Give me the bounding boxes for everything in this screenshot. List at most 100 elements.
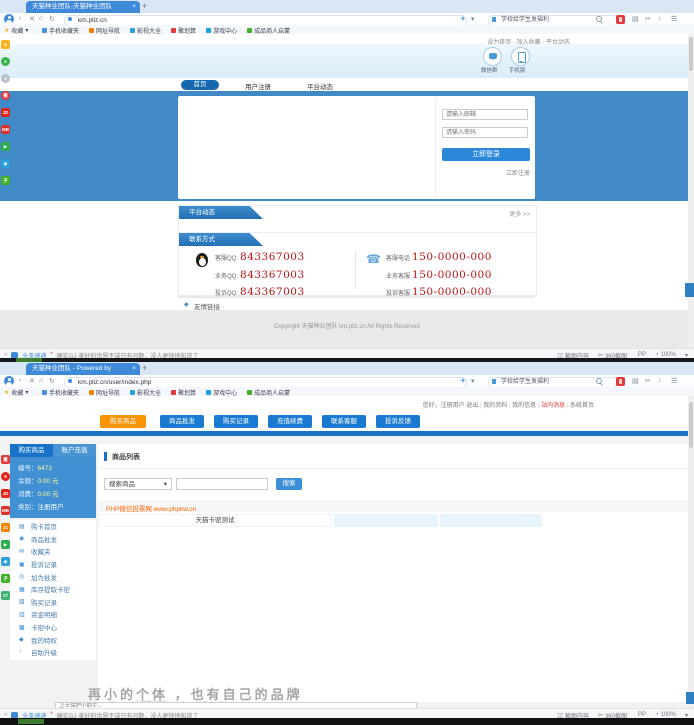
more-link[interactable]: 更多 >> <box>509 209 530 218</box>
ticker-label[interactable]: 头条速递 <box>22 711 46 719</box>
menu-icon[interactable]: ☰ <box>671 15 677 23</box>
wholesale-button[interactable]: 商品批发 <box>160 415 204 428</box>
register-link[interactable]: 立即注册 <box>506 168 530 177</box>
rail-icon-mb[interactable]: MB <box>1 506 10 515</box>
menu-item[interactable]: ▤购卡首页 <box>10 520 96 533</box>
search-category-select[interactable]: 搜索商品▾ <box>104 478 172 490</box>
refresh-icon[interactable]: ↻ <box>49 15 55 23</box>
goods-search-input[interactable] <box>176 478 268 490</box>
rail-icon-app2[interactable]: 子 <box>1 176 10 185</box>
side-float-widget[interactable] <box>686 692 694 704</box>
status-item[interactable]: ✂360截图 <box>598 711 627 719</box>
profile-avatar[interactable] <box>4 376 14 386</box>
stop-icon[interactable]: ✕ <box>29 15 35 23</box>
side-float-widget[interactable] <box>685 283 694 297</box>
rail-icon-deal[interactable]: 惠 <box>1 455 10 464</box>
wechat-group-button[interactable] <box>483 47 502 66</box>
status-item[interactable]: ◫截图内容 <box>557 351 589 359</box>
logout-link[interactable]: 退出 <box>466 403 478 409</box>
caret-down-icon[interactable]: ▾ <box>471 15 475 23</box>
back-icon[interactable]: ‹ <box>19 377 21 384</box>
redpacket-icon[interactable] <box>616 377 625 386</box>
stop-icon[interactable]: ✕ <box>29 377 35 385</box>
mobile-version-button[interactable] <box>511 47 530 66</box>
download-icon[interactable]: ↓ <box>658 377 662 384</box>
profile-avatar[interactable] <box>4 14 14 24</box>
browser-tab[interactable]: 天猫种业团队 - Powered by × <box>26 363 140 375</box>
password-field[interactable] <box>442 127 528 138</box>
search-icon[interactable] <box>596 378 602 384</box>
menu-item[interactable]: ▧购买记录 <box>10 596 96 609</box>
redpacket-icon[interactable] <box>616 15 625 24</box>
home-icon[interactable]: ⌂ <box>39 377 43 384</box>
menu-item[interactable]: ▥资金明细 <box>10 608 96 621</box>
screenshot-scissors-icon[interactable]: ✂ <box>645 377 651 385</box>
rail-icon-app[interactable]: ● <box>1 74 10 83</box>
new-tab-button[interactable]: + <box>142 363 147 373</box>
email-field[interactable] <box>442 109 528 120</box>
rail-icon-video[interactable]: ▶ <box>1 142 10 151</box>
menu-item[interactable]: ◎加为批发 <box>10 570 96 583</box>
menu-item[interactable]: ◆我的特权 <box>10 633 96 646</box>
contact-service-button[interactable]: 联系客服 <box>322 415 366 428</box>
rail-icon-favorite[interactable]: ★ <box>1 40 10 49</box>
my-profile-link[interactable]: 我的资料 <box>483 403 507 409</box>
tab-close-icon[interactable]: × <box>132 363 136 375</box>
goods-search-button[interactable]: 搜索 <box>276 478 302 490</box>
my-info-link[interactable]: 我的信息 <box>512 403 536 409</box>
rail-icon-six[interactable]: 6 <box>1 472 10 481</box>
rail-icon-camera[interactable]: ◉ <box>1 557 10 566</box>
notice-link[interactable]: PHP微信投票网 www.phpkw.cn <box>106 503 196 513</box>
download-icon[interactable]: ↓ <box>658 15 662 22</box>
buy-goods-button[interactable]: 购买商品 <box>100 415 146 428</box>
ticker-label[interactable]: 头条速递 <box>22 351 46 359</box>
ticker-text[interactable]: 确实GJ·美好的世界不该只有问题，没人更快地知道了 <box>57 351 199 359</box>
login-button[interactable]: 立即登录 <box>442 148 530 161</box>
new-tab-button[interactable]: + <box>142 1 147 11</box>
rail-icon-weibo[interactable]: 微 <box>1 91 10 100</box>
apps-grid-icon[interactable]: ▤ <box>632 377 639 385</box>
rail-icon-21[interactable]: 21 <box>1 523 10 532</box>
messages-link[interactable]: 站内消息 <box>541 403 565 409</box>
apps-grid-icon[interactable]: ▤ <box>632 15 639 23</box>
home-icon[interactable]: ⌂ <box>39 15 43 22</box>
menu-item[interactable]: ↑自助升级 <box>10 646 96 659</box>
rail-icon-jd[interactable]: JD <box>1 489 10 498</box>
ticker-text[interactable]: 确实GJ·美好的世界不该只有问题，没人更快地知道了 <box>57 711 199 719</box>
system-home-link[interactable]: 系统首页 <box>570 403 594 409</box>
scrollbar-thumb[interactable] <box>689 402 693 448</box>
purchase-history-button[interactable]: 购买记录 <box>214 415 258 428</box>
send-icon[interactable]: ✈ <box>460 15 466 23</box>
rail-icon-camera[interactable]: ◉ <box>1 159 10 168</box>
scrollbar-track[interactable] <box>688 34 694 348</box>
send-icon[interactable]: ✈ <box>460 377 466 385</box>
status-item[interactable]: ✂360截图 <box>598 351 627 359</box>
goods-name-cell[interactable]: 天猫卡密测试 <box>98 514 332 527</box>
nav-tab-news[interactable]: 平台动态 <box>307 81 333 91</box>
menu-item[interactable]: ▦库存提取卡密 <box>10 583 96 596</box>
refresh-icon[interactable]: ↻ <box>49 377 55 385</box>
menu-item[interactable]: ▣投诉记录 <box>10 558 96 571</box>
address-bar[interactable]: km.pliz.cn <box>64 15 467 26</box>
browser-tab[interactable]: 天猫种业团队-天猫种业团队 × <box>26 1 140 13</box>
feedback-button[interactable]: 投诉反馈 <box>376 415 420 428</box>
status-item[interactable]: ◫截图内容 <box>557 711 589 719</box>
rail-icon-27[interactable]: 27 <box>1 591 10 600</box>
menu-item[interactable]: ✉收藏夹 <box>10 545 96 558</box>
goods-table-row[interactable]: 天猫卡密测试 <box>98 514 688 527</box>
address-bar[interactable]: km.pliz.cn/user/index.php <box>64 377 467 388</box>
screenshot-scissors-icon[interactable]: ✂ <box>645 15 651 23</box>
sidebar-tab-recharge[interactable]: 账户充值 <box>53 444 96 457</box>
sidebar-tab-buy[interactable]: 购买商品 <box>10 444 53 457</box>
rail-icon-mb[interactable]: MB <box>1 125 10 134</box>
recharge-button[interactable]: 充值续费 <box>268 415 312 428</box>
menu-icon[interactable]: ☰ <box>671 377 677 385</box>
scrollbar-thumb[interactable] <box>689 37 693 71</box>
rail-icon-app2[interactable]: 子 <box>1 574 10 583</box>
rail-icon-jd[interactable]: JD <box>1 108 10 117</box>
tab-close-icon[interactable]: × <box>132 1 136 13</box>
rail-icon-video[interactable]: ▶ <box>1 540 10 549</box>
menu-item[interactable]: ◉商品批发 <box>10 533 96 546</box>
back-icon[interactable]: ‹ <box>19 15 21 22</box>
menu-item[interactable]: ▩卡密中心 <box>10 621 96 634</box>
